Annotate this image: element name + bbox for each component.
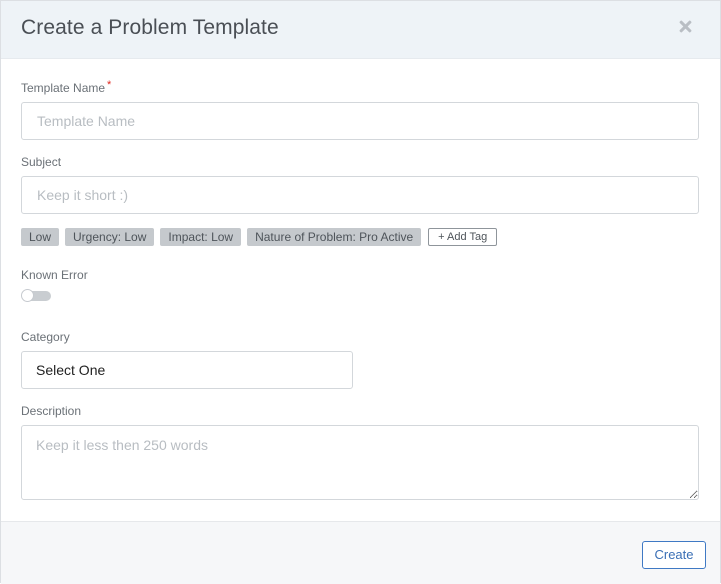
template-name-label-text: Template Name [21,81,106,95]
template-name-input[interactable] [21,102,699,140]
category-select[interactable]: Select One [21,351,353,389]
toggle-knob [21,289,34,302]
known-error-toggle[interactable] [21,289,51,302]
subject-label: Subject [21,155,62,169]
category-selected-value: Select One [36,362,106,378]
create-button[interactable]: Create [642,541,706,569]
required-asterisk: * [107,79,112,91]
create-problem-template-modal: Create a Problem Template Template Name *… [0,0,721,584]
tag-priority[interactable]: Low [21,228,60,246]
subject-input[interactable] [21,176,699,214]
modal-footer: Create [1,521,720,584]
known-error-label: Known Error [21,268,88,282]
tag-nature-of-problem[interactable]: Nature of Problem: Pro Active [247,228,422,246]
add-tag-button[interactable]: + Add Tag [428,228,498,246]
template-name-label: Template Name * [21,79,112,95]
modal-header: Create a Problem Template [1,1,720,59]
close-icon[interactable] [676,18,694,36]
description-label: Description [21,404,82,418]
tag-impact[interactable]: Impact: Low [160,228,242,246]
description-textarea[interactable] [21,425,699,500]
tag-list: Low Urgency: Low Impact: Low Nature of P… [21,228,498,246]
tag-urgency[interactable]: Urgency: Low [65,228,155,246]
modal-title: Create a Problem Template [21,16,279,39]
category-label: Category [21,330,70,344]
